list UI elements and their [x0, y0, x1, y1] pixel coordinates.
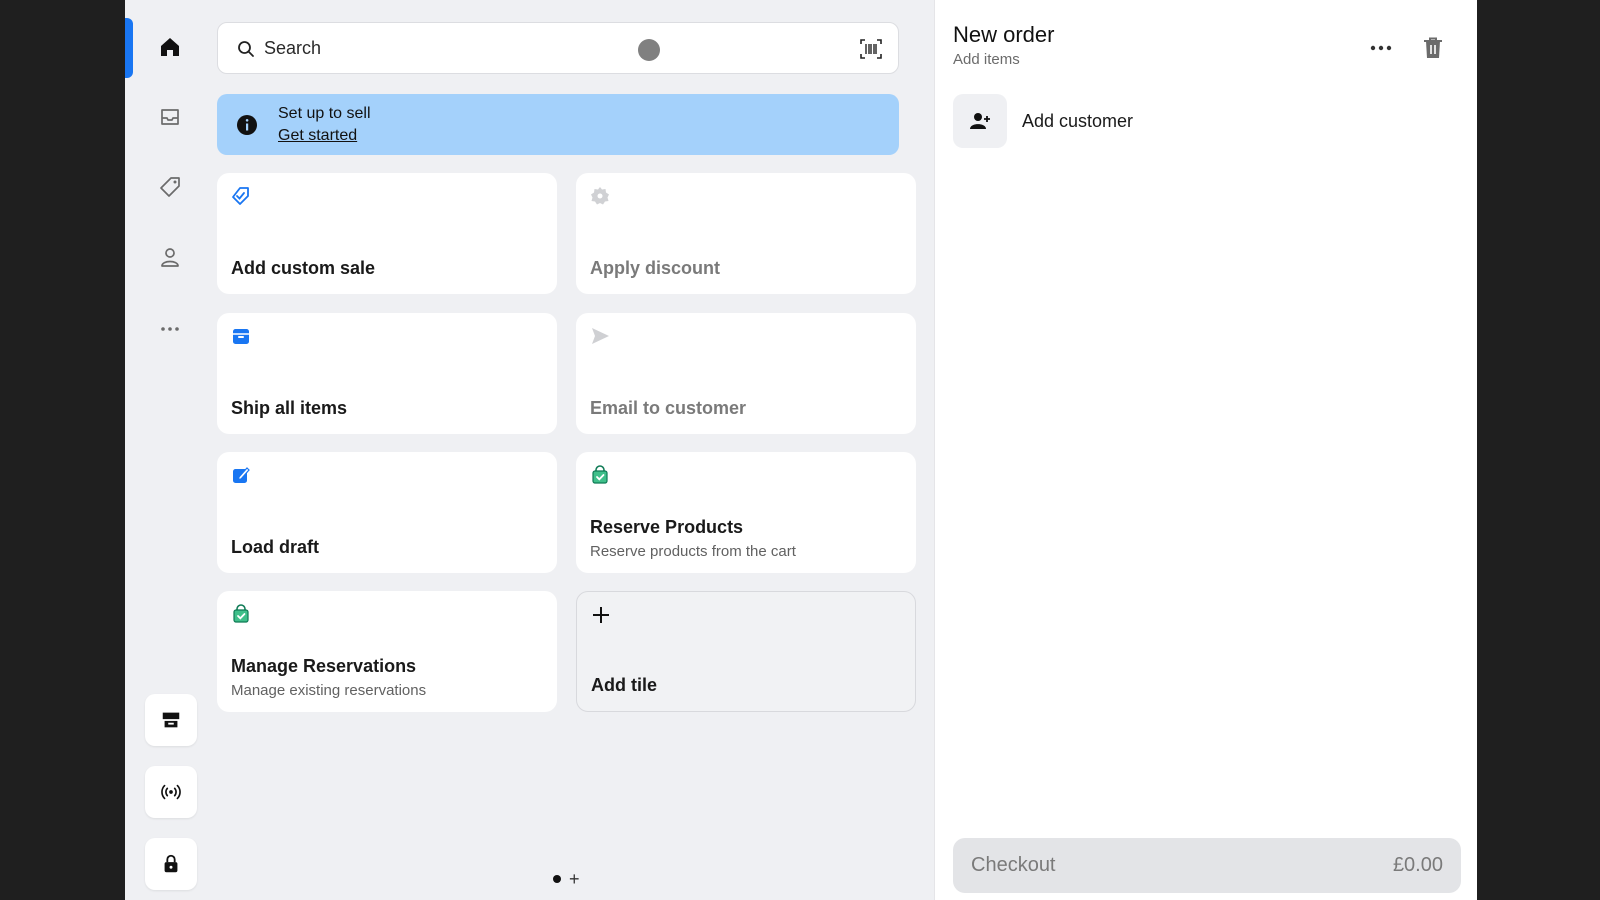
page-indicator: + — [553, 870, 580, 888]
person-add-icon — [970, 113, 990, 129]
nav-home[interactable] — [145, 22, 195, 72]
tile-title: Reserve Products — [590, 517, 744, 537]
inbox-icon — [161, 109, 179, 125]
pos-app: Search Set up to sell Get started Add cu… — [125, 0, 1477, 900]
tile-title: Apply discount — [590, 258, 720, 278]
tile-email-to-customer[interactable]: Email to customer — [576, 313, 916, 434]
get-started-link[interactable]: Get started — [278, 127, 357, 145]
tag-check-icon — [232, 187, 249, 205]
tile-subtitle: Reserve products from the cart — [590, 543, 796, 560]
touch-indicator — [638, 39, 660, 61]
search-input[interactable]: Search — [264, 38, 321, 59]
nav-customers[interactable] — [145, 232, 195, 282]
tag-icon — [160, 177, 180, 197]
shopping-bag-check-icon — [592, 465, 608, 484]
info-icon — [237, 115, 257, 135]
checkout-button[interactable]: Checkout £0.00 — [953, 838, 1461, 893]
shopping-bag-check-icon — [233, 604, 249, 623]
tile-add-custom-sale[interactable]: Add custom sale — [217, 173, 557, 294]
store-icon — [162, 712, 180, 728]
tile-add-tile[interactable]: Add tile — [576, 591, 916, 712]
nav-orders[interactable] — [145, 92, 195, 142]
tile-reserve-products[interactable]: Reserve Products Reserve products from t… — [576, 452, 916, 573]
plus-icon — [593, 607, 609, 623]
order-subtitle: Add items — [953, 51, 1020, 68]
banner-title: Set up to sell — [278, 105, 371, 122]
search-icon — [238, 41, 254, 57]
lock-button[interactable] — [145, 838, 197, 890]
broadcast-icon — [161, 784, 181, 800]
add-customer-button[interactable] — [953, 94, 1007, 148]
lock-icon — [164, 854, 178, 873]
home-icon — [161, 38, 179, 56]
barcode-scan-icon[interactable] — [860, 39, 882, 59]
order-title: New order — [953, 22, 1055, 47]
box-icon — [233, 329, 249, 344]
order-panel: New order Add items Add customer Checkou… — [934, 0, 1477, 900]
tile-title: Add tile — [591, 675, 657, 695]
draft-edit-icon — [233, 467, 250, 483]
add-page-icon[interactable]: + — [569, 870, 580, 888]
search-bar[interactable]: Search — [217, 22, 899, 74]
nav-rail — [125, 0, 215, 900]
tile-ship-all-items[interactable]: Ship all items — [217, 313, 557, 434]
tile-title: Manage Reservations — [231, 656, 417, 676]
broadcast-button[interactable] — [145, 766, 197, 818]
add-customer-label[interactable]: Add customer — [1022, 111, 1133, 132]
tile-manage-reservations[interactable]: Manage Reservations Manage existing rese… — [217, 591, 557, 712]
tile-apply-discount[interactable]: Apply discount — [576, 173, 916, 294]
tile-title: Load draft — [231, 537, 319, 557]
more-options-icon[interactable] — [1369, 38, 1393, 58]
nav-products[interactable] — [145, 162, 195, 212]
tile-load-draft[interactable]: Load draft — [217, 452, 557, 573]
page-dot[interactable] — [553, 875, 561, 883]
discount-badge-icon — [591, 187, 609, 205]
checkout-label: Checkout — [971, 854, 1056, 876]
person-icon — [161, 248, 179, 267]
setup-banner: Set up to sell Get started — [217, 94, 899, 155]
checkout-amount: £0.00 — [1392, 854, 1443, 876]
more-horizontal-icon — [161, 327, 179, 331]
send-icon — [592, 328, 609, 344]
tile-title: Email to customer — [590, 398, 747, 418]
tile-title: Add custom sale — [231, 258, 376, 278]
trash-icon[interactable] — [1422, 36, 1444, 60]
active-indicator — [125, 18, 133, 78]
tile-subtitle: Manage existing reservations — [231, 682, 427, 699]
nav-more[interactable] — [145, 304, 195, 354]
store-button[interactable] — [145, 694, 197, 746]
tile-title: Ship all items — [231, 398, 348, 418]
